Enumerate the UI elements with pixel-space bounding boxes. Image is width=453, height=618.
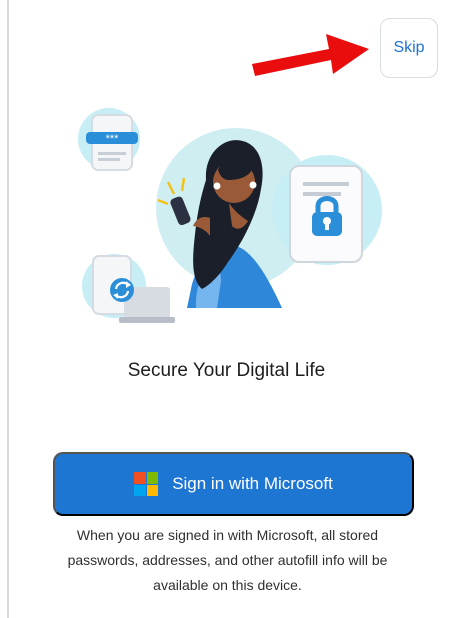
password-phone: ***: [86, 114, 138, 171]
left-divider: [7, 0, 9, 618]
microsoft-logo-icon: [134, 472, 159, 496]
skip-label: Skip: [393, 39, 425, 56]
password-mask-text: ***: [106, 133, 120, 145]
page-title: Secure Your Digital Life: [127, 360, 326, 381]
arrow-shaft: [252, 34, 369, 76]
sign-in-info-text: When you are signed in with Microsoft, a…: [67, 527, 388, 593]
sign-in-with-microsoft-button[interactable]: Sign in with Microsoft: [53, 452, 414, 516]
sync-icon: [110, 278, 134, 302]
skip-button[interactable]: Skip: [380, 18, 438, 78]
red-arrow-icon: [252, 34, 369, 76]
lock-phone: [289, 165, 363, 263]
sign-in-label: Sign in with Microsoft: [172, 474, 333, 493]
hero-illustration: ***: [78, 108, 382, 323]
